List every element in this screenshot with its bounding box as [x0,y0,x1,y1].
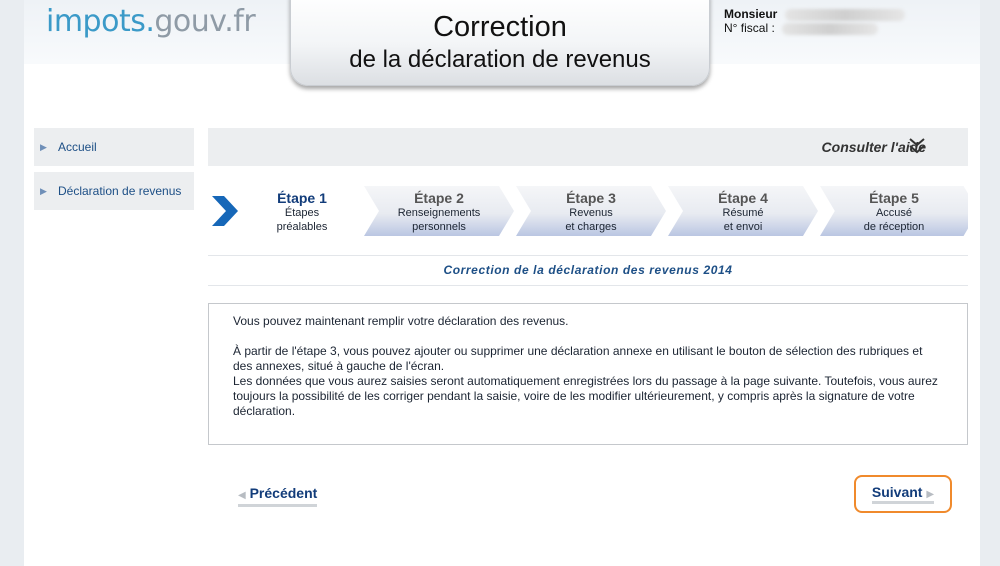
step-label: Étape 5 [869,190,919,206]
user-salutation: Monsieur [724,7,778,21]
help-bar: Consulter l'aide [208,128,968,166]
step-desc-line1: Résumé [722,207,764,219]
divider [208,255,968,256]
previous-button[interactable]: ◀ Précédent [238,485,318,507]
logo-text-fr: .fr [224,4,256,39]
next-button-focus-ring: Suivant ▶ [854,475,952,513]
current-step-arrow-icon [212,196,238,226]
logo-text-impots: impots. [46,4,155,39]
info-paragraph: Vous pouvez maintenant remplir votre déc… [233,314,569,328]
info-paragraph: À partir de l'étape 3, vous pouvez ajout… [233,344,923,373]
step-1: Étape 1 Étapes préalables [242,186,362,236]
step-2: Étape 2 Renseignements personnels [364,186,514,236]
double-chevron-down-icon[interactable] [906,135,928,157]
step-4: Étape 4 Résumé et envoi [668,186,818,236]
sidebar-item-label: Accueil [58,140,97,154]
redacted-fiscal-number [782,22,879,35]
page-title-tab: Correction de la déclaration de revenus [290,0,710,86]
step-desc-line2: et envoi [723,221,763,233]
info-box: Vous pouvez maintenant remplir votre déc… [208,303,968,445]
triangle-right-icon: ▶ [926,489,935,500]
step-5: Étape 5 Accusé de réception [820,186,968,236]
step-desc-line2: préalables [276,221,328,233]
step-desc-line2: de réception [863,221,925,233]
sidebar-item-accueil[interactable]: ▶ Accueil [34,128,194,166]
user-info: Monsieur N° fiscal : [724,7,905,35]
page-frame: impots.gouv.fr Correction de la déclarat… [24,0,980,566]
section-title: Correction de la déclaration des revenus… [443,263,733,277]
fiscal-number-label: N° fiscal : [724,21,775,35]
triangle-right-icon: ▶ [40,185,47,196]
sidebar-item-declaration[interactable]: ▶ Déclaration de revenus [34,172,194,210]
step-label: Étape 4 [718,190,768,206]
page-subtitle: de la déclaration de revenus [349,46,651,73]
step-desc-line1: Renseignements [397,207,481,219]
logo-text-gouv: gouv [154,4,225,39]
impots-logo[interactable]: impots.gouv.fr [46,4,256,39]
triangle-left-icon: ◀ [238,490,246,501]
step-3: Étape 3 Revenus et charges [516,186,666,236]
next-button[interactable]: Suivant ▶ [871,484,935,504]
triangle-right-icon: ▶ [40,141,47,152]
step-desc-line2: et charges [565,221,617,233]
next-button-label: Suivant [871,484,923,500]
divider [208,285,968,286]
step-desc-line1: Accusé [875,207,913,219]
step-progress: Étape 1 Étapes préalables Étape 2 Rensei… [208,186,968,236]
sidebar-nav: ▶ Accueil ▶ Déclaration de revenus [34,128,194,216]
page-title: Correction [433,11,567,43]
step-label: Étape 1 [277,190,327,206]
step-desc-line1: Étapes [284,207,320,219]
step-label: Étape 3 [566,190,616,206]
previous-button-label: Précédent [249,485,318,501]
redacted-user-name [784,8,905,21]
sidebar-item-label: Déclaration de revenus [58,184,182,198]
step-desc-line1: Revenus [569,207,613,219]
step-label: Étape 2 [414,190,464,206]
step-desc-line2: personnels [412,221,466,233]
info-paragraph: Les données que vous aurez saisies seron… [233,374,938,418]
